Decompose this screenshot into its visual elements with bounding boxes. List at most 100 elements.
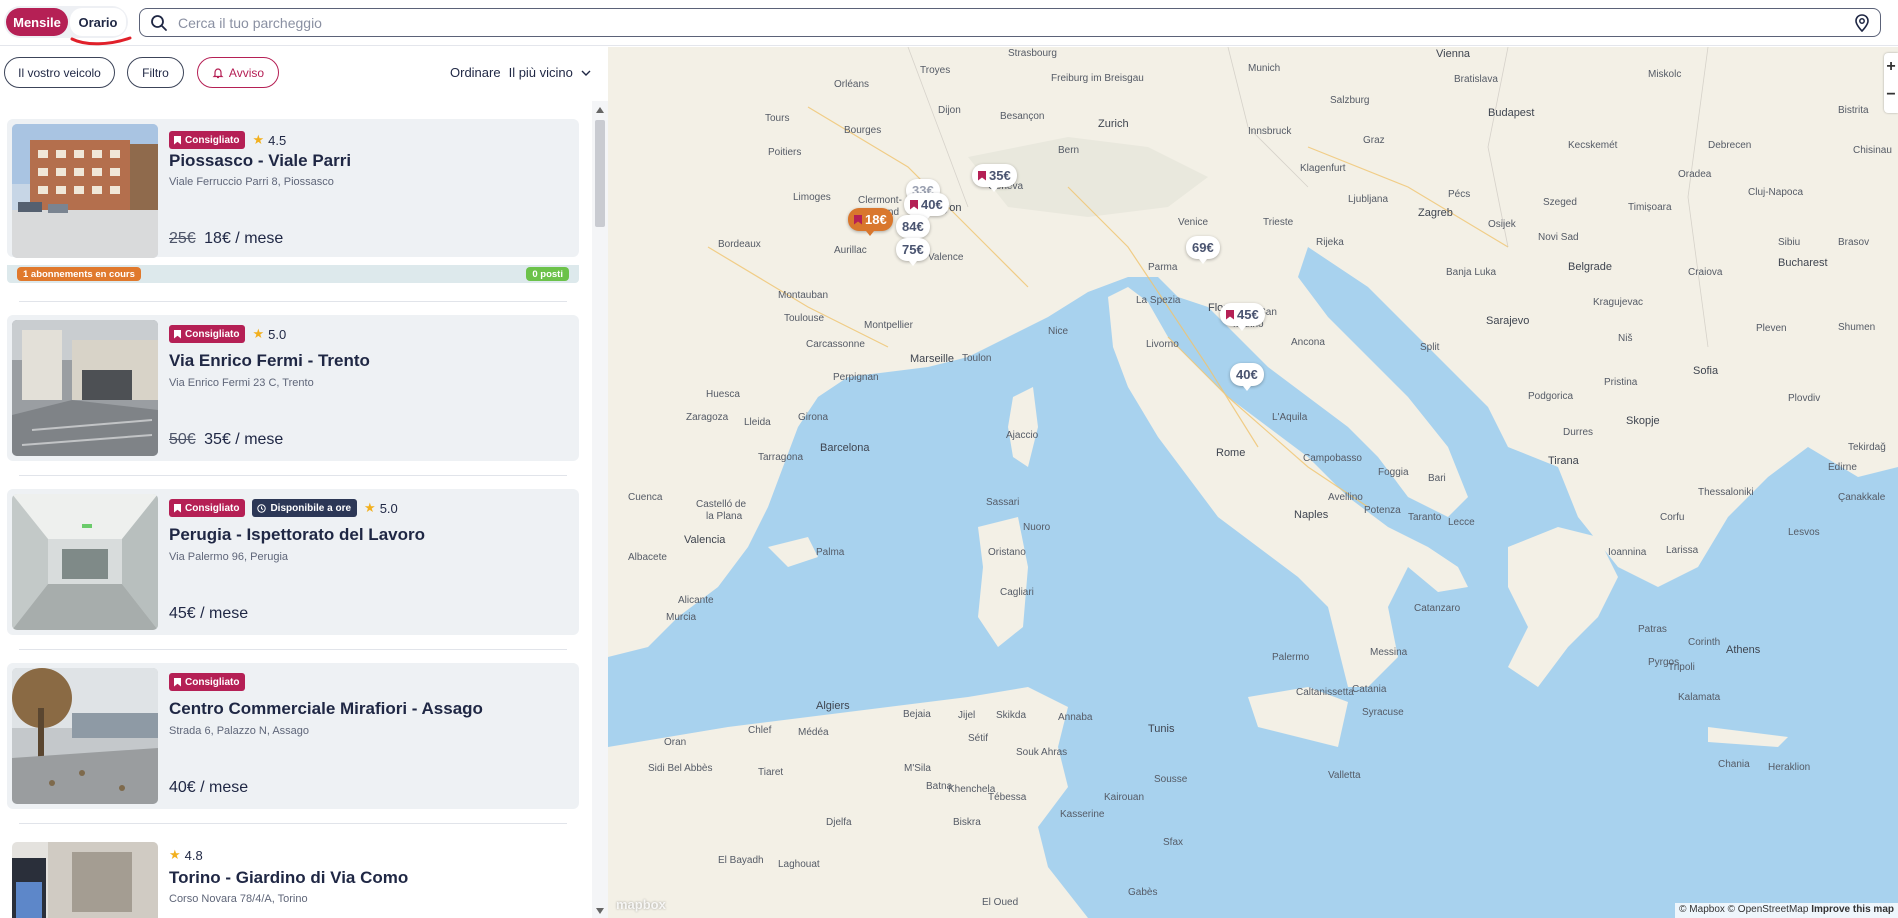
divider (19, 475, 567, 476)
bookmark-icon (174, 329, 181, 339)
listing-address: Corso Novara 78/4/A, Torino (169, 893, 308, 905)
price-marker[interactable]: 40€ (904, 193, 949, 221)
recommended-badge-label: Consigliato (185, 328, 240, 340)
red-underline-annotation (70, 36, 132, 46)
listing-photo (12, 668, 158, 804)
vehicle-filter-button[interactable]: Il vostro veicolo (4, 57, 115, 88)
listing-photo (12, 842, 158, 918)
marker-price: 18€ (865, 212, 887, 227)
rating-value: 4.5 (268, 132, 287, 148)
recommended-badge: Consigliato (169, 499, 246, 517)
zoom-in-button[interactable]: + (1884, 53, 1898, 81)
chevron-down-icon (581, 70, 591, 76)
clock-icon (257, 503, 267, 513)
listing-badges: Consigliato (169, 673, 246, 691)
current-price: 35€ / mese (204, 431, 284, 448)
alert-button[interactable]: Avviso (197, 57, 279, 88)
filter-button[interactable]: Filtro (127, 57, 184, 88)
zoom-out-button[interactable]: − (1884, 81, 1898, 109)
recommended-badge-label: Consigliato (185, 502, 240, 514)
subscription-strip: 1 abonnements en cours 0 posti (7, 265, 579, 283)
listing-address: Via Palermo 96, Perugia (169, 551, 289, 563)
listing-rating: ★ 5.0 (364, 500, 398, 516)
listing-rating: ★ 4.5 (252, 132, 286, 148)
map-attribution[interactable]: © Mapbox © OpenStreetMap Improve this ma… (1675, 903, 1898, 918)
divider (19, 823, 567, 824)
price-marker[interactable]: 40€ (1230, 363, 1264, 391)
listing-card[interactable]: Consigliato ★ 5.0 Via Enrico Fermi - Tre… (7, 315, 579, 461)
listing-title[interactable]: Centro Commerciale Mirafiori - Assago (169, 699, 483, 719)
recommended-badge-label: Consigliato (185, 134, 240, 146)
rating-value: 5.0 (379, 500, 398, 516)
current-price: 18€ / mese (204, 230, 284, 247)
bookmark-icon (174, 135, 181, 145)
star-icon: ★ (364, 500, 376, 515)
marker-price: 75€ (902, 242, 924, 257)
listing-badges: Consigliato ★ 4.5 (169, 131, 286, 149)
bookmark-icon (910, 199, 918, 210)
location-pin-icon[interactable] (1854, 13, 1870, 32)
price-marker[interactable]: 84€ (896, 215, 930, 243)
listing-rating: ★ 4.8 (169, 847, 203, 863)
scroll-down-icon[interactable] (596, 908, 604, 914)
price-marker-selected[interactable]: 18€ (848, 208, 893, 236)
listing-badges: Consigliato ★ 5.0 (169, 325, 286, 343)
scrollbar-thumb[interactable] (595, 120, 605, 227)
listing-title[interactable]: Perugia - Ispettorato del Lavoro (169, 525, 425, 545)
sort-label: Ordinare (450, 65, 501, 80)
sort-control[interactable]: Ordinare Il più vicino (450, 65, 591, 80)
listing-title[interactable]: Via Enrico Fermi - Trento (169, 351, 370, 371)
star-icon: ★ (252, 326, 265, 341)
bookmark-icon (978, 170, 986, 181)
scroll-up-icon[interactable] (596, 107, 604, 113)
listing-photo (12, 124, 158, 258)
listing-card[interactable]: ★ 4.8 Torino - Giardino di Via Como Cors… (7, 837, 579, 918)
marker-price: 84€ (902, 219, 924, 234)
divider (19, 301, 567, 302)
marker-price: 45€ (1237, 307, 1259, 322)
listing-price: 40€ / mese (169, 779, 248, 797)
price-marker[interactable]: 35€ (972, 164, 1017, 192)
listing-card[interactable]: Consigliato ★ 4.5 Piossasco - Viale Parr… (7, 119, 579, 258)
listing-price: 25€ 18€ / mese (169, 230, 283, 248)
top-bar: Mensile Orario (0, 0, 1898, 46)
subscriptions-tag: 1 abonnements en cours (17, 267, 141, 281)
marker-price: 35€ (989, 168, 1011, 183)
mapbox-logo: mapbox (616, 897, 666, 912)
listing-price: 45€ / mese (169, 605, 248, 623)
list-scrollbar[interactable] (592, 101, 608, 918)
listing-title[interactable]: Piossasco - Viale Parri (169, 151, 351, 171)
old-price: 50€ (169, 431, 196, 448)
bookmark-icon (854, 214, 862, 225)
search-bar (139, 8, 1881, 37)
improve-map-link[interactable]: Improve this map (1811, 904, 1894, 915)
attribution-text: © Mapbox © OpenStreetMap (1679, 904, 1809, 915)
map-view[interactable]: Strasbourg Munich Vienna Bratislava Buda… (608, 47, 1898, 918)
current-price: 45€ / mese (169, 605, 249, 622)
old-price: 25€ (169, 230, 196, 247)
current-price: 40€ / mese (169, 779, 249, 796)
price-marker[interactable]: 69€ (1186, 236, 1220, 264)
zoom-controls: + − (1884, 53, 1898, 113)
bookmark-icon (174, 503, 181, 513)
marker-price: 40€ (921, 197, 943, 212)
search-icon (151, 14, 167, 31)
hourly-badge-label: Disponibile a ore (270, 502, 352, 514)
marker-price: 40€ (1236, 367, 1258, 382)
parking-list: Consigliato ★ 4.5 Piossasco - Viale Parr… (0, 101, 608, 918)
spots-tag: 0 posti (526, 267, 569, 281)
price-marker[interactable]: 75€ (896, 238, 930, 266)
listing-card[interactable]: Consigliato Centro Commerciale Mirafiori… (7, 663, 579, 809)
price-marker[interactable]: 45€ (1220, 303, 1265, 331)
alert-button-label: Avviso (228, 65, 265, 80)
marker-price: 69€ (1192, 240, 1214, 255)
listing-badges: ★ 4.8 (169, 847, 203, 863)
hourly-tab[interactable]: Orario (69, 8, 126, 36)
monthly-tab[interactable]: Mensile (6, 8, 68, 36)
listing-card[interactable]: Consigliato Disponibile a ore ★ 5.0 Peru… (7, 489, 579, 635)
listing-title[interactable]: Torino - Giardino di Via Como (169, 868, 408, 888)
recommended-badge: Consigliato (169, 325, 246, 343)
filter-row: Il vostro veicolo Filtro Avviso Ordinare… (0, 47, 608, 101)
rating-value: 5.0 (268, 326, 287, 342)
search-input[interactable] (178, 14, 1854, 31)
